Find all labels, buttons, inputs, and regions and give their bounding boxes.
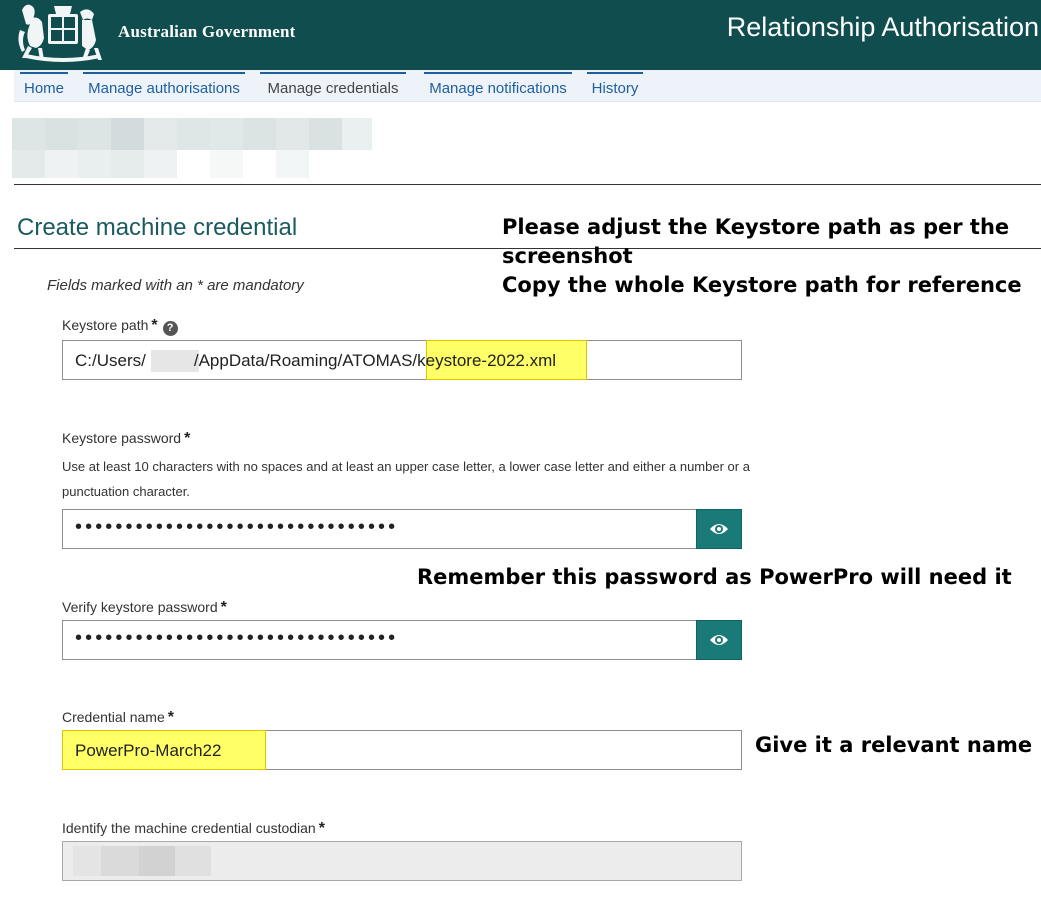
keystore-path-label: Keystore path *? (62, 317, 178, 336)
keystore-password-label-text: Keystore password (62, 430, 182, 446)
required-mark: * (167, 709, 174, 726)
nav-manage-credentials[interactable]: Manage credentials (260, 72, 406, 100)
eye-icon (710, 524, 728, 534)
page-title: Create machine credential (17, 214, 298, 241)
keystore-path-label-text: Keystore path (62, 317, 149, 333)
nav-manage-authorisations[interactable]: Manage authorisations (83, 72, 245, 100)
question-circle-icon[interactable]: ? (162, 321, 178, 336)
credential-name-label-text: Credential name (62, 709, 165, 725)
keystore-password-value: •••••••••••••••••••••••••••••••• (75, 516, 399, 538)
eye-icon (710, 635, 728, 645)
mandatory-note: Fields marked with an * are mandatory (47, 277, 304, 294)
credential-name-value: PowerPro-March22 (75, 741, 222, 760)
required-mark: * (184, 430, 191, 447)
verify-password-label: Verify keystore password * (62, 599, 227, 617)
redacted-custodian (73, 846, 101, 876)
show-verify-password-button[interactable] (696, 620, 742, 660)
credential-name-label: Credential name * (62, 709, 174, 727)
show-password-button[interactable] (696, 509, 742, 549)
nav-manage-notifications[interactable]: Manage notifications (424, 72, 572, 100)
keystore-path-middle: /AppData/Roaming/ATOMAS/ (193, 351, 418, 370)
keystore-path-filename: keystore-2022.xml (417, 351, 557, 370)
site-header: Australian Government Relationship Autho… (0, 0, 1041, 70)
keystore-path-prefix: C:/Users/ (75, 351, 146, 370)
annotation-password-note: Remember this password as PowerPro will … (417, 565, 1012, 589)
keystore-password-input[interactable]: •••••••••••••••••••••••••••••••• (62, 509, 742, 549)
custodian-label-text: Identify the machine credential custodia… (62, 820, 316, 836)
redacted-custodian (101, 846, 139, 876)
custodian-input[interactable] (62, 841, 742, 881)
redacted-account-details (12, 118, 372, 178)
app-title: Relationship Authorisation (726, 12, 1039, 42)
password-hint: Use at least 10 characters with no space… (62, 459, 750, 499)
required-mark: * (220, 599, 227, 616)
required-mark: * (151, 317, 158, 334)
main-nav: Home Manage authorisations Manage creden… (14, 70, 1041, 102)
verify-password-label-text: Verify keystore password (62, 599, 218, 615)
verify-password-value: •••••••••••••••••••••••••••••••• (75, 627, 399, 649)
nav-history[interactable]: History (587, 72, 643, 100)
divider (14, 184, 1041, 185)
credential-name-input[interactable]: PowerPro-March22 (62, 730, 742, 770)
redacted-custodian (139, 846, 175, 876)
coat-of-arms-logo (18, 4, 102, 62)
keystore-password-label: Keystore password * (62, 430, 190, 448)
government-name: Australian Government (118, 22, 296, 41)
redacted-custodian (175, 846, 211, 876)
annotation-keystore-line3: Copy the whole Keystore path for referen… (502, 273, 1022, 297)
annotation-keystore-line1: Please adjust the Keystore path as per t… (502, 215, 1010, 239)
keystore-path-input[interactable]: C:/Users/ /AppData/Roaming/ATOMAS/keystor… (62, 340, 742, 380)
annotation-keystore-line2: screenshot (502, 244, 633, 268)
required-mark: * (318, 820, 325, 837)
annotation-name-note: Give it a relevant name (755, 733, 1033, 757)
verify-password-input[interactable]: •••••••••••••••••••••••••••••••• (62, 620, 742, 660)
nav-home[interactable]: Home (20, 72, 68, 100)
keystore-path-value: C:/Users/ /AppData/Roaming/ATOMAS/keystor… (75, 351, 556, 371)
custodian-label: Identify the machine credential custodia… (62, 820, 325, 838)
